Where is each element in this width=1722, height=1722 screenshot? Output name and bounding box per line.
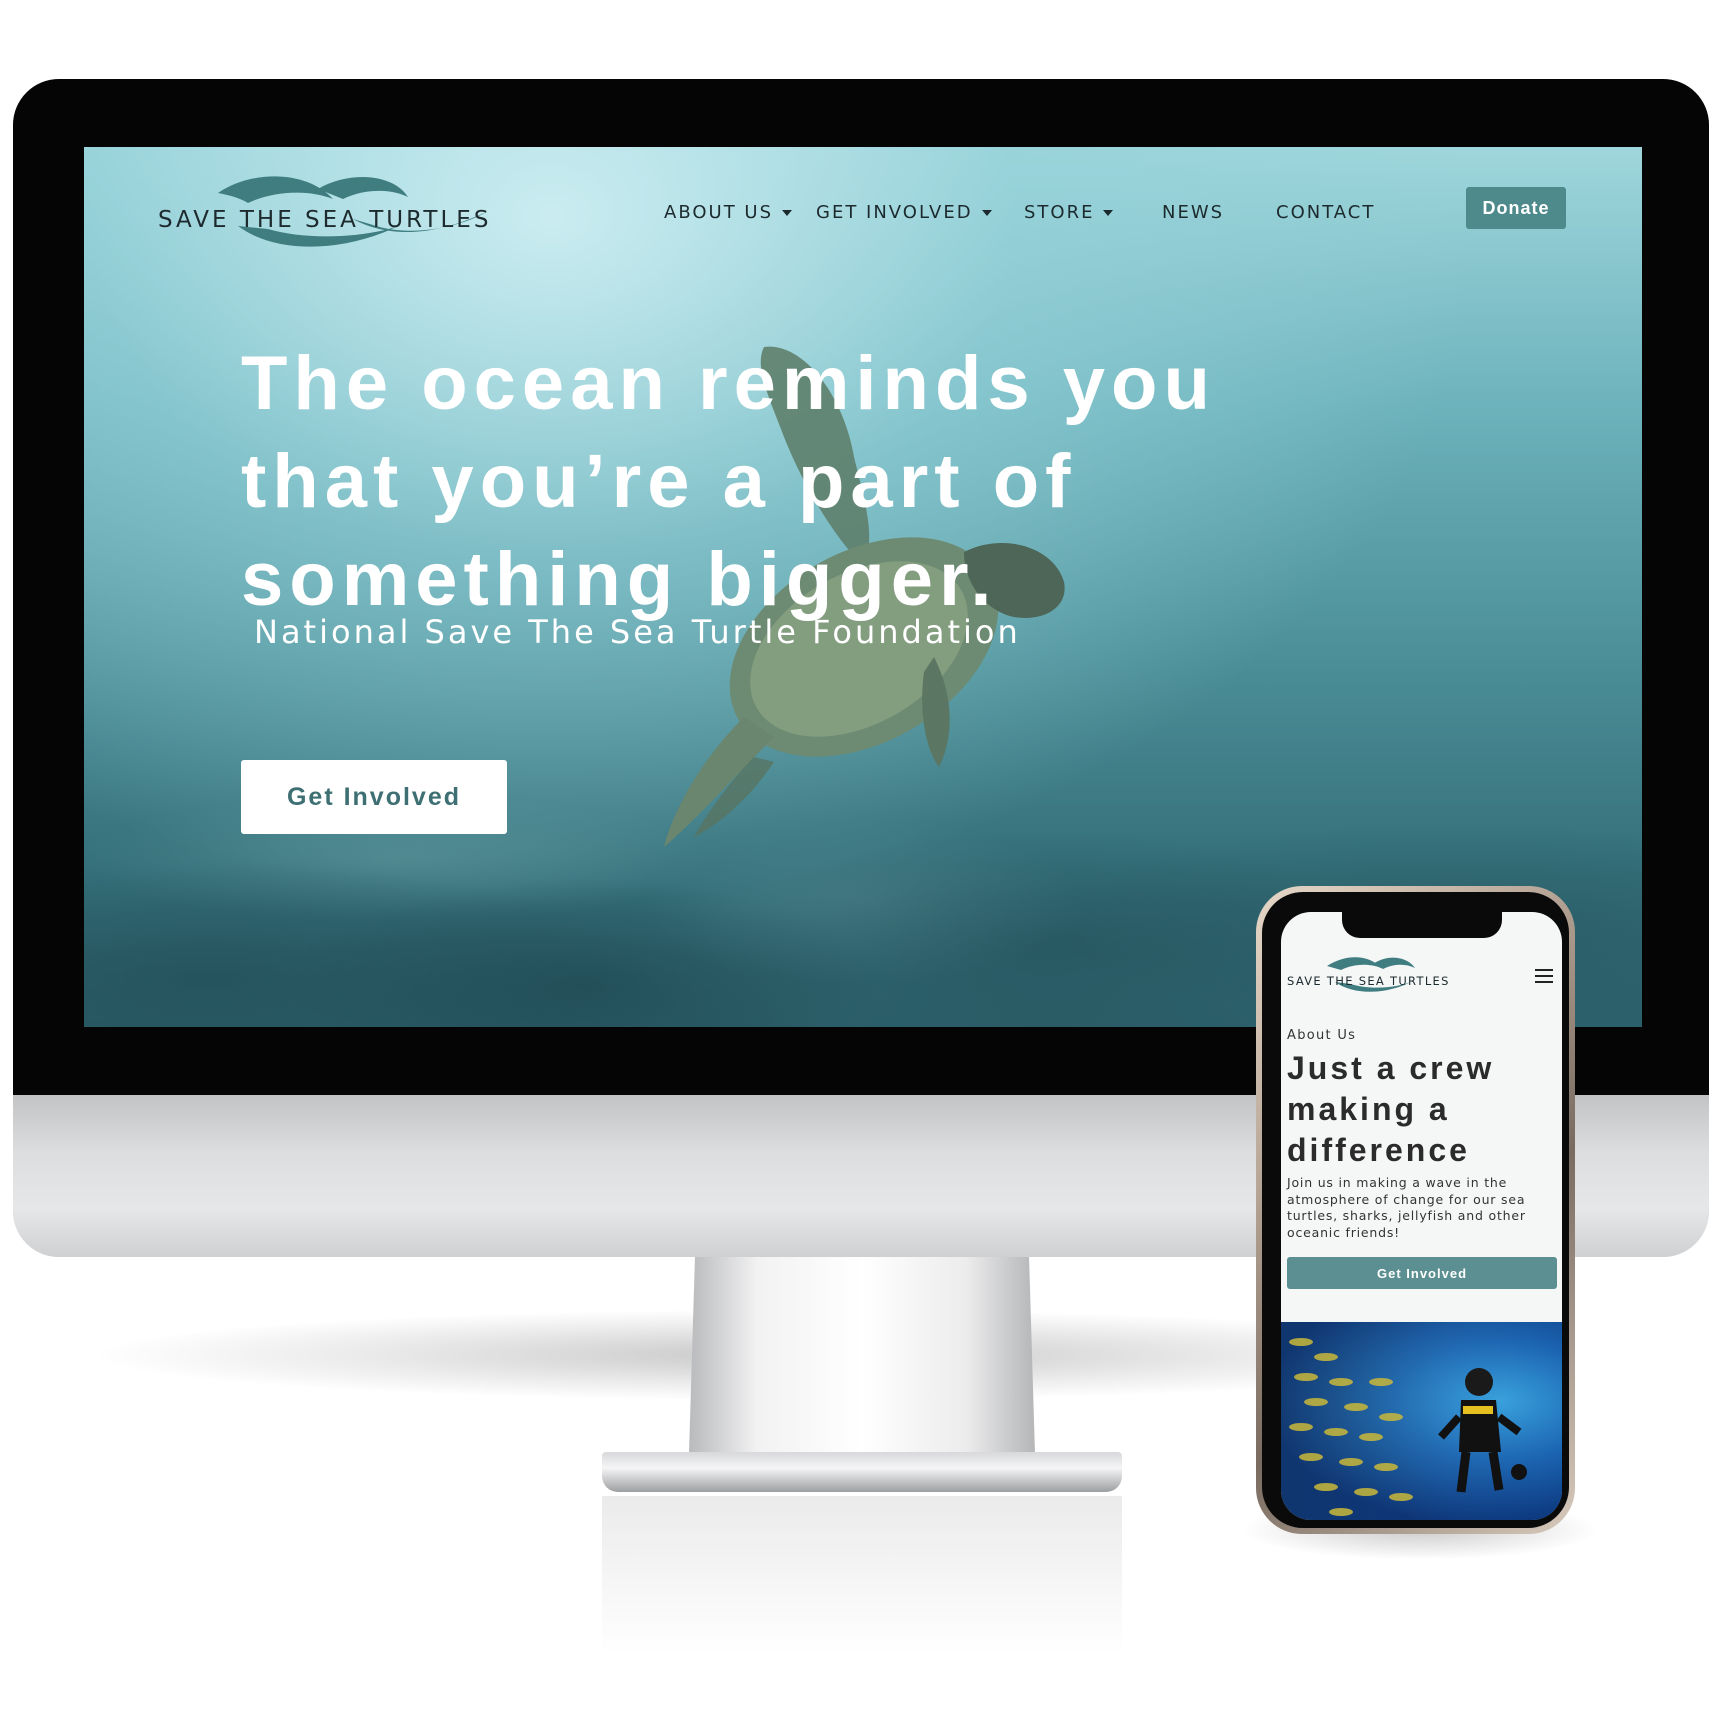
donate-button[interactable]: Donate	[1466, 187, 1566, 229]
section-title-line: difference	[1287, 1132, 1470, 1168]
nav-item-news[interactable]: NEWS	[1162, 202, 1224, 223]
monitor-stand-foot	[602, 1452, 1122, 1492]
body-line: oceanic friends!	[1287, 1224, 1400, 1240]
mobile-site-logo[interactable]: SAVE THE SEA TURTLES	[1287, 954, 1487, 1004]
hero-title-line: that you’re a part of	[241, 439, 1077, 524]
body-line: Join us in making a wave in the	[1287, 1175, 1508, 1190]
caret-down-icon	[981, 210, 992, 216]
nav-item-about-us[interactable]: ABOUT US	[664, 202, 793, 223]
phone-notch	[1342, 912, 1502, 938]
section-title-line: Just a crew	[1287, 1050, 1495, 1086]
hero-subtitle: National Save The Sea Turtle Foundation	[254, 613, 1021, 651]
section-title: Just a crew making a difference	[1287, 1048, 1557, 1171]
nav-item-label: GET INVOLVED	[816, 202, 973, 223]
section-eyebrow: About Us	[1287, 1028, 1357, 1043]
body-line: turtles, sharks, jellyfish and other	[1287, 1208, 1526, 1223]
mobile-get-involved-button[interactable]: Get Involved	[1287, 1257, 1557, 1289]
diver-fish-image	[1281, 1322, 1562, 1520]
stand-reflection	[602, 1496, 1122, 1722]
caret-down-icon	[782, 210, 793, 216]
mobile-screen: SAVE THE SEA TURTLES About Us Just a cre…	[1281, 912, 1562, 1520]
diver-figure	[1438, 1368, 1527, 1493]
hamburger-icon[interactable]	[1535, 969, 1553, 983]
get-involved-button[interactable]: Get Involved	[241, 760, 507, 834]
nav-item-label: CONTACT	[1276, 202, 1376, 223]
phone-bezel: SAVE THE SEA TURTLES About Us Just a cre…	[1262, 892, 1569, 1528]
nav-item-label: NEWS	[1162, 202, 1225, 223]
body-line: atmosphere of change for our sea	[1287, 1191, 1526, 1207]
nav-item-store[interactable]: STORE	[1024, 202, 1114, 223]
nav-item-contact[interactable]: CONTACT	[1276, 202, 1375, 223]
hero-title-line: The ocean reminds you	[241, 341, 1216, 426]
mobile-phone: SAVE THE SEA TURTLES About Us Just a cre…	[1256, 886, 1575, 1534]
logo-text: SAVE THE SEA TURTLES	[158, 207, 492, 233]
nav-item-label: ABOUT US	[664, 202, 774, 223]
hero-title: The ocean reminds you that you’re a part…	[241, 335, 1341, 629]
nav-item-label: STORE	[1024, 202, 1095, 223]
caret-down-icon	[1103, 210, 1114, 216]
section-title-line: making a	[1287, 1091, 1450, 1127]
mobile-logo-text: SAVE THE SEA TURTLES	[1287, 974, 1450, 988]
site-logo[interactable]: SAVE THE SEA TURTLES	[158, 171, 518, 251]
nav-item-get-involved[interactable]: GET INVOLVED	[816, 202, 992, 223]
section-body: Join us in making a wave in the atmosphe…	[1287, 1175, 1557, 1241]
